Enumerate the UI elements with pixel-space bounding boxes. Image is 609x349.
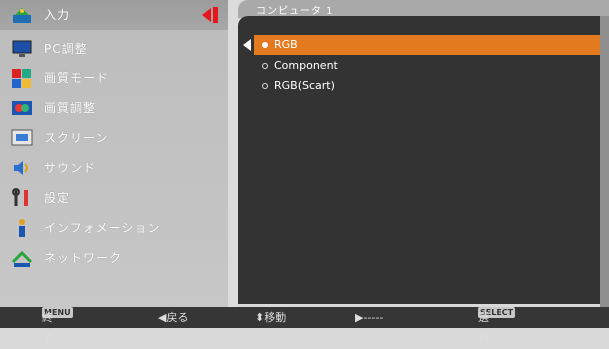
radio-icon <box>262 62 268 69</box>
pc-adjust-icon <box>10 38 34 60</box>
image-adjust-icon <box>10 97 34 119</box>
menu-label: ネットワーク <box>44 251 123 265</box>
right-edge <box>600 16 609 307</box>
menu-item-sound[interactable]: サウンド <box>0 153 228 183</box>
option-pointer-icon <box>243 39 251 51</box>
input-icon <box>10 4 34 26</box>
menu-item-input[interactable]: 入力 <box>0 0 228 30</box>
option-label: RGB(Scart) <box>274 79 335 92</box>
menu-item-information[interactable]: インフォメーション <box>0 213 228 243</box>
menu-label: インフォメーション <box>44 221 161 235</box>
menu-label: サウンド <box>44 161 97 175</box>
footer-next: ▶----- <box>355 311 384 324</box>
menu-label: 画質モード <box>44 71 110 85</box>
menu-item-screen[interactable]: スクリーン <box>0 123 228 153</box>
option-label: RGB <box>274 38 298 51</box>
submenu-title: コンピュータ 1 <box>256 6 334 17</box>
screen-icon <box>10 127 34 149</box>
menu-label: 設定 <box>44 191 71 205</box>
option-label: Component <box>274 59 338 72</box>
active-arrow-icon <box>202 8 211 22</box>
menu-divider <box>228 0 238 307</box>
menu-item-image-adjust[interactable]: 画質調整 <box>0 93 228 123</box>
sound-icon <box>10 157 34 179</box>
menu-label: スクリーン <box>44 131 109 145</box>
menu-label: 入力 <box>44 8 71 22</box>
option-rgb-scart[interactable]: RGB(Scart) <box>254 76 609 96</box>
footer-bar: MENU 終了 ◀戻る ⬍移動 ▶----- SELECT 選択 <box>0 307 609 345</box>
footer-move: ⬍移動 <box>255 311 287 324</box>
option-component[interactable]: Component <box>254 56 609 76</box>
footer-select-label: 選択 <box>478 311 489 345</box>
menu-item-network[interactable]: ネットワーク <box>0 243 228 273</box>
menu-label: PC調整 <box>44 42 88 56</box>
footer-back: ◀戻る <box>158 311 189 324</box>
active-marker <box>213 7 218 23</box>
image-mode-icon <box>10 67 34 89</box>
footer-exit-label: 終了 <box>42 311 53 345</box>
radio-icon <box>262 41 268 48</box>
information-icon <box>10 217 34 239</box>
menu-item-image-mode[interactable]: 画質モード <box>0 63 228 93</box>
settings-icon <box>10 187 34 209</box>
radio-icon <box>262 82 268 89</box>
network-icon <box>10 247 34 269</box>
menu-item-pc-adjust[interactable]: PC調整 <box>0 34 228 64</box>
menu-label: 画質調整 <box>44 101 97 115</box>
menu-item-settings[interactable]: 設定 <box>0 183 228 213</box>
main-menu: 入力 PC調整 画質モード 画質調整 スクリーン サウンド 設定 インフォメーシ… <box>0 0 228 307</box>
option-rgb[interactable]: RGB <box>254 35 609 55</box>
